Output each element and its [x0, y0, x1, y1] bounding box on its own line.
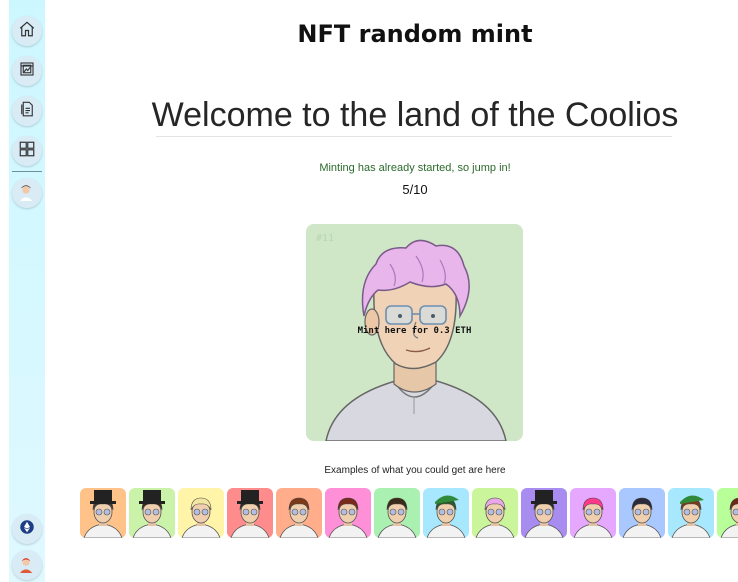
nft-id-label: #11	[316, 233, 335, 244]
page-title: NFT random mint	[297, 20, 533, 48]
example-nft-tile[interactable]	[570, 488, 616, 538]
dashboard-button[interactable]	[12, 136, 42, 166]
minting-status: Minting has already started, so jump in!	[319, 162, 511, 174]
examples-strip	[80, 488, 738, 538]
example-nft-tile[interactable]	[423, 488, 469, 538]
example-nft-tile[interactable]	[521, 488, 567, 538]
example-nft-tile[interactable]	[80, 488, 126, 538]
welcome-heading: Welcome to the land of the Coolios	[151, 96, 679, 134]
avatar-icon	[17, 183, 37, 203]
dashboard-grid-icon	[18, 140, 36, 162]
gallery-button[interactable]	[12, 56, 42, 86]
example-nft-tile[interactable]	[619, 488, 665, 538]
home-button[interactable]	[12, 16, 42, 46]
welcome-underline	[156, 136, 672, 137]
mint-price-label[interactable]: Mint here for 0.3 ETH	[306, 326, 523, 336]
user-avatar-icon	[17, 555, 37, 575]
example-nft-tile[interactable]	[668, 488, 714, 538]
gallery-icon	[18, 60, 36, 82]
example-nft-tile[interactable]	[129, 488, 175, 538]
documents-icon	[18, 100, 36, 122]
mint-card[interactable]: #11 Mint here for 0.3 ETH	[306, 224, 523, 441]
example-nft-tile[interactable]	[374, 488, 420, 538]
documents-button[interactable]	[12, 96, 42, 126]
example-nft-tile[interactable]	[227, 488, 273, 538]
mint-progress: 5/10	[402, 182, 428, 197]
example-nft-tile[interactable]	[276, 488, 322, 538]
example-nft-tile[interactable]	[325, 488, 371, 538]
home-icon	[18, 20, 36, 42]
example-nft-tile[interactable]	[717, 488, 738, 538]
profile-button[interactable]	[12, 178, 42, 208]
examples-label: Examples of what you could get are here	[324, 465, 506, 476]
example-nft-tile[interactable]	[178, 488, 224, 538]
example-nft-tile[interactable]	[472, 488, 518, 538]
sidebar	[9, 0, 45, 582]
ethereum-icon	[18, 518, 36, 540]
ethereum-button[interactable]	[12, 514, 42, 544]
user-avatar-button[interactable]	[12, 550, 42, 580]
sidebar-divider	[12, 171, 42, 172]
